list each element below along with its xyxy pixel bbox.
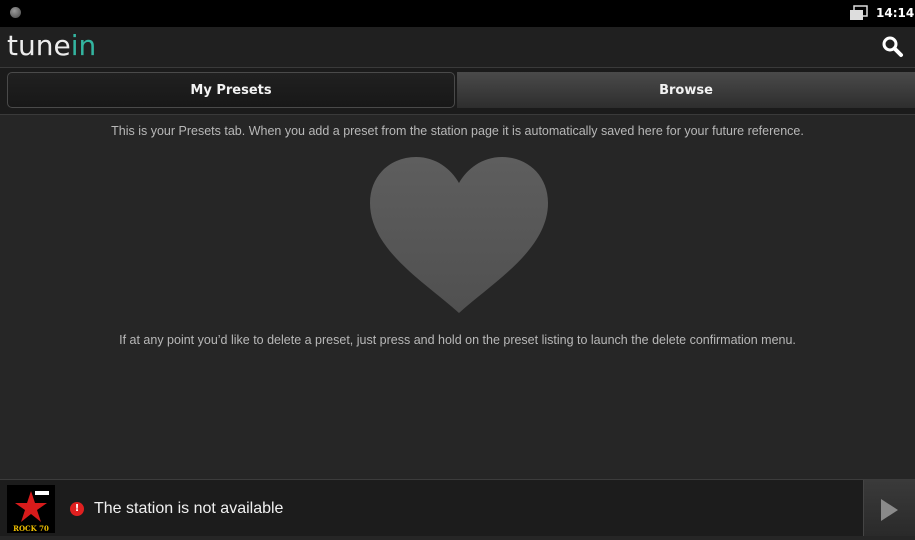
station-logo-text: ROCK 70: [13, 524, 49, 533]
presets-intro-text: This is your Presets tab. When you add a…: [111, 124, 804, 138]
status-bar: 14:14: [0, 0, 915, 27]
station-status-text: The station is not available: [94, 500, 284, 517]
app-bar: tunein: [0, 27, 915, 68]
network-icon: [850, 5, 868, 20]
play-button[interactable]: [863, 480, 915, 536]
logo-text-in: in: [70, 29, 97, 62]
tab-bar: My Presets Browse: [0, 68, 915, 115]
tab-browse[interactable]: Browse: [457, 72, 915, 108]
station-logo[interactable]: ROCK 70: [7, 485, 55, 533]
player-bar: ROCK 70 ! The station is not available: [0, 479, 915, 536]
status-time: 14:14: [876, 6, 915, 20]
play-icon: [881, 499, 898, 521]
search-icon[interactable]: [880, 34, 906, 60]
app-logo[interactable]: tunein: [7, 29, 96, 62]
logo-text-tune: tune: [7, 29, 71, 62]
alert-icon: !: [70, 502, 84, 516]
tab-my-presets[interactable]: My Presets: [7, 72, 455, 108]
status-dot-icon: [10, 7, 21, 18]
delete-hint-text: If at any point you’d like to delete a p…: [119, 333, 796, 347]
heart-icon: [370, 157, 548, 313]
